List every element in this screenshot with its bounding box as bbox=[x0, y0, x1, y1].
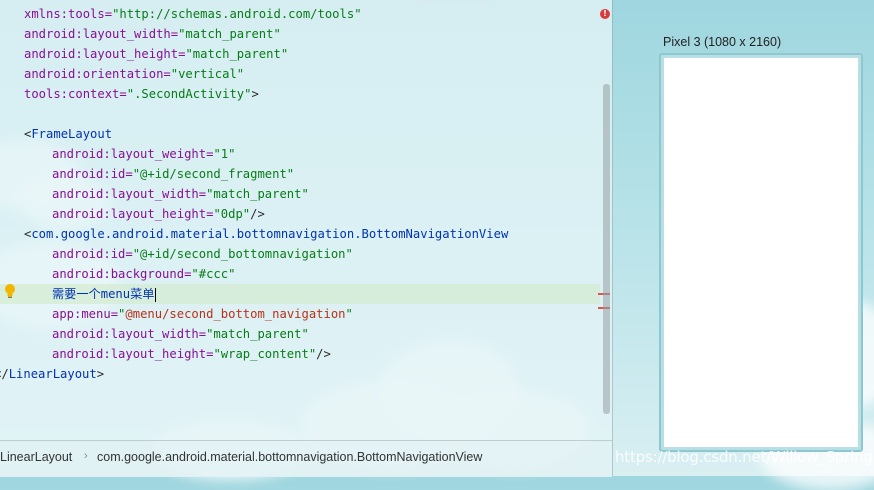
code-line-text: android:layout_width="match_parent" bbox=[52, 324, 309, 344]
code-token: android:orientation= bbox=[24, 67, 171, 81]
code-token: "match_parent" bbox=[178, 27, 281, 41]
code-token: xmlns:tools= bbox=[24, 7, 113, 21]
code-token: android:id= bbox=[52, 167, 133, 181]
code-line-text: <com.google.android.material.bottomnavig… bbox=[24, 224, 508, 244]
code-token: android:background= bbox=[52, 267, 192, 281]
code-line[interactable]: android:layout_width="match_parent" bbox=[0, 324, 600, 344]
code-token: "wrap_content" bbox=[213, 347, 317, 361]
code-line[interactable]: android:orientation="vertical" bbox=[0, 64, 600, 84]
watermark: https://blog.csdn.net/Willow_Spring bbox=[615, 448, 873, 466]
code-token: "match_parent" bbox=[206, 187, 309, 201]
scrollbar-thumb[interactable] bbox=[603, 84, 610, 414]
code-token: "vertical" bbox=[170, 67, 245, 81]
device-frame[interactable] bbox=[659, 53, 863, 452]
code-token: "match_parent" bbox=[206, 327, 309, 341]
code-line-text: android:background="#ccc" bbox=[52, 264, 235, 284]
code-token: tools:context= bbox=[24, 87, 127, 101]
code-line-text: android:id="@+id/second_bottomnavigation… bbox=[52, 244, 353, 264]
code-line[interactable]: <FrameLayout bbox=[0, 124, 600, 144]
code-line[interactable]: 需要一个menu菜单 bbox=[0, 284, 600, 304]
code-line-text: android:layout_height="match_parent" bbox=[24, 44, 288, 64]
code-editor[interactable]: xmlns:tools="http://schemas.android.com/… bbox=[0, 0, 612, 440]
code-token: android:layout_width= bbox=[52, 327, 207, 341]
code-line[interactable]: android:layout_height="match_parent" bbox=[0, 44, 600, 64]
code-token: /> bbox=[316, 347, 331, 361]
code-token: ".SecondActivity" bbox=[126, 87, 252, 101]
code-token: android:layout_weight= bbox=[52, 147, 214, 161]
device-screen[interactable] bbox=[664, 58, 858, 447]
breadcrumb-item-bottomnavigationview[interactable]: com.google.android.material.bottomnaviga… bbox=[97, 450, 482, 464]
code-token: "#ccc" bbox=[191, 267, 236, 281]
code-token: " bbox=[345, 307, 353, 321]
code-line-text: android:layout_width="match_parent" bbox=[52, 184, 309, 204]
code-token: "1" bbox=[213, 147, 236, 161]
code-token: "match_parent" bbox=[185, 47, 289, 61]
code-token: @menu/second_bottom_navigation bbox=[125, 307, 346, 321]
code-token: "0dp" bbox=[213, 207, 251, 221]
code-line-text: </LinearLayout> bbox=[0, 364, 104, 384]
design-preview: Pixel 3 (1080 x 2160) bbox=[612, 0, 874, 476]
code-line[interactable]: </LinearLayout> bbox=[0, 364, 600, 384]
breadcrumb-item-linearlayout[interactable]: LinearLayout bbox=[0, 450, 72, 464]
code-token: android:id= bbox=[52, 247, 133, 261]
code-line[interactable]: tools:context=".SecondActivity"> bbox=[0, 84, 600, 104]
code-line[interactable]: xmlns:tools="http://schemas.android.com/… bbox=[0, 4, 600, 24]
text-caret bbox=[155, 287, 157, 302]
code-line[interactable]: android:layout_height="0dp"/> bbox=[0, 204, 600, 224]
code-line-text: android:layout_width="match_parent" bbox=[24, 24, 281, 44]
code-token: android:layout_height= bbox=[52, 347, 214, 361]
code-line[interactable]: android:layout_width="match_parent" bbox=[0, 24, 600, 44]
code-line-text: android:orientation="vertical" bbox=[24, 64, 244, 84]
code-line-text: <FrameLayout bbox=[24, 124, 112, 144]
code-token: android:layout_width= bbox=[24, 27, 179, 41]
code-line-text: tools:context=".SecondActivity"> bbox=[24, 84, 259, 104]
code-token: "http://schemas.android.com/tools" bbox=[112, 7, 362, 21]
code-line[interactable]: android:id="@+id/second_fragment" bbox=[0, 164, 600, 184]
code-token: 需要一个menu菜单 bbox=[52, 287, 155, 301]
code-line-text: android:layout_height="wrap_content"/> bbox=[52, 344, 331, 364]
breadcrumb-separator: › bbox=[84, 450, 88, 462]
code-token: > bbox=[96, 367, 105, 381]
code-line[interactable]: android:background="#ccc" bbox=[0, 264, 600, 284]
code-line[interactable] bbox=[0, 104, 600, 124]
code-line-text: android:layout_weight="1" bbox=[52, 144, 235, 164]
code-token: </ bbox=[0, 367, 9, 381]
code-line[interactable]: android:layout_width="match_parent" bbox=[0, 184, 600, 204]
code-token: > bbox=[251, 87, 259, 101]
code-line-text: 需要一个menu菜单 bbox=[52, 284, 157, 304]
error-icon[interactable]: ! bbox=[600, 9, 610, 19]
breadcrumb: LinearLayout › com.google.android.materi… bbox=[0, 440, 612, 477]
lightbulb-icon[interactable] bbox=[3, 283, 17, 299]
code-token: /> bbox=[250, 207, 265, 221]
code-token: LinearLayout bbox=[8, 367, 97, 381]
device-label: Pixel 3 (1080 x 2160) bbox=[663, 35, 782, 49]
code-line-text: android:id="@+id/second_fragment" bbox=[52, 164, 294, 184]
code-token: android:layout_width= bbox=[52, 187, 207, 201]
code-token: app:menu= bbox=[52, 307, 119, 321]
code-line-text: xmlns:tools="http://schemas.android.com/… bbox=[24, 4, 362, 24]
code-token: FrameLayout bbox=[31, 127, 113, 141]
code-token: "@+id/second_fragment" bbox=[132, 167, 295, 181]
code-token: "@+id/second_bottomnavigation" bbox=[132, 247, 353, 261]
code-token: android:layout_height= bbox=[24, 47, 186, 61]
code-line-text: android:layout_height="0dp"/> bbox=[52, 204, 265, 224]
code-token: android:layout_height= bbox=[52, 207, 214, 221]
code-line[interactable]: <com.google.android.material.bottomnavig… bbox=[0, 224, 600, 244]
code-line[interactable]: android:id="@+id/second_bottomnavigation… bbox=[0, 244, 600, 264]
code-line[interactable]: android:layout_height="wrap_content"/> bbox=[0, 344, 600, 364]
code-line[interactable]: app:menu= "@menu/second_bottom_navigation… bbox=[0, 304, 600, 324]
code-token: com.google.android.material.bottomnaviga… bbox=[31, 227, 509, 241]
code-line-text: app:menu= "@menu/second_bottom_navigation… bbox=[52, 304, 353, 324]
code-line[interactable]: android:layout_weight="1" bbox=[0, 144, 600, 164]
